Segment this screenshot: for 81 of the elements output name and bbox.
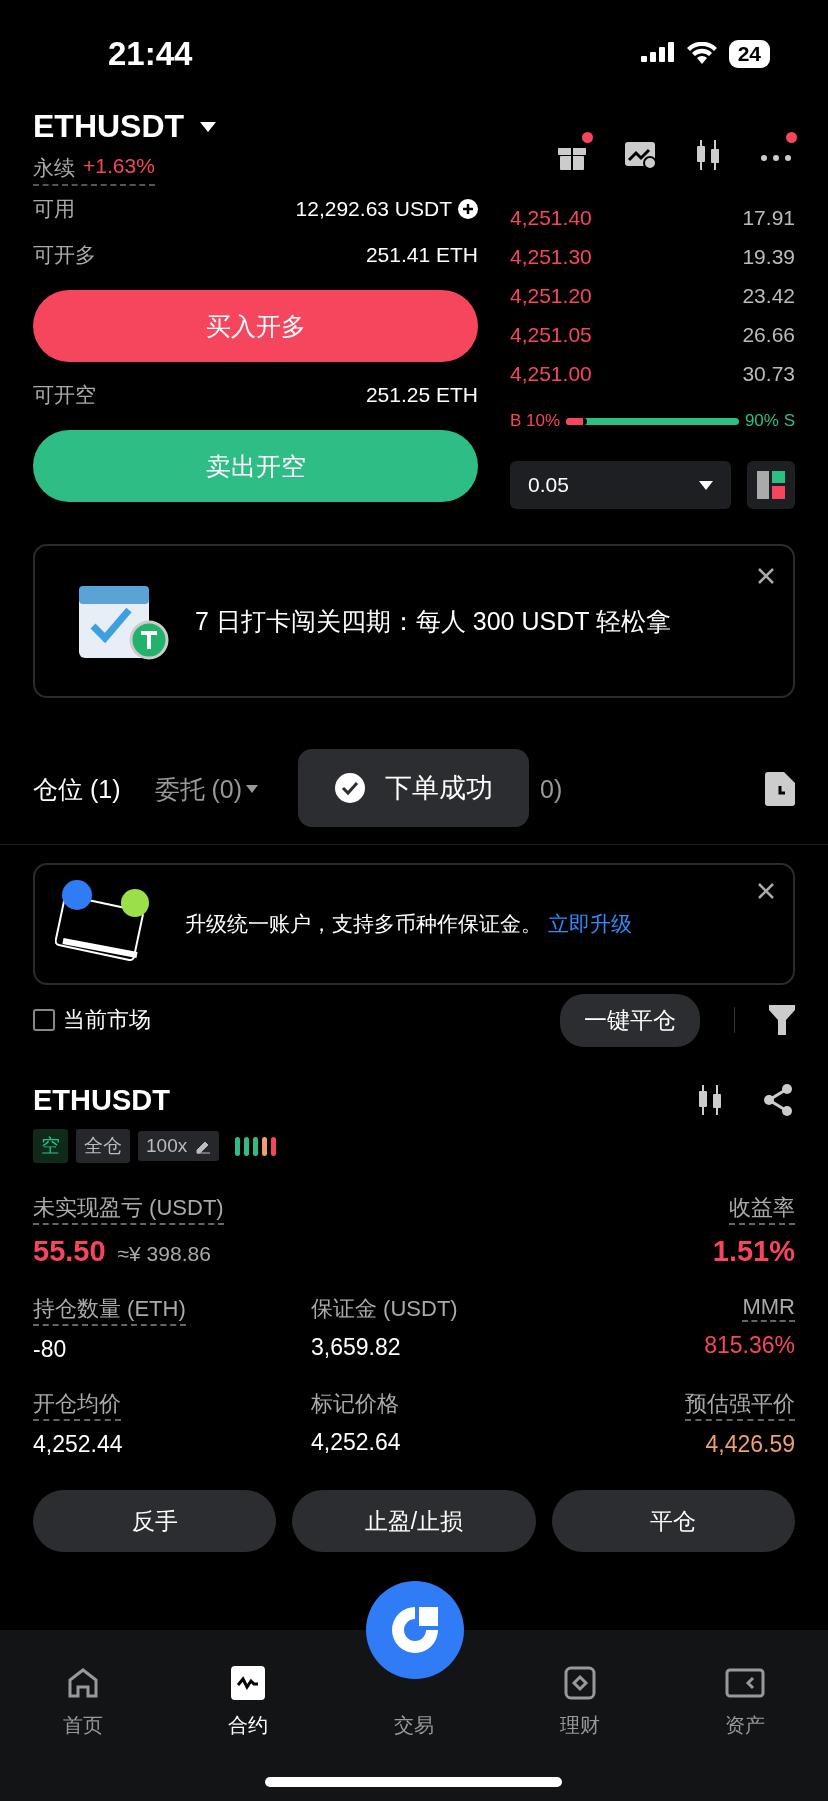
- position-tag: 空: [33, 1129, 68, 1163]
- pnl-approx: ≈¥ 398.86: [117, 1242, 211, 1265]
- position-tag: 全仓: [76, 1129, 130, 1163]
- filter-icon[interactable]: [769, 1005, 795, 1035]
- ask-price: 4,251.40: [510, 205, 592, 230]
- info-value: 12,292.63 USDT: [295, 197, 452, 221]
- order-history-icon[interactable]: [765, 772, 795, 806]
- risk-meter: [235, 1136, 277, 1156]
- field-label[interactable]: MMR: [742, 1294, 795, 1322]
- upgrade-banner[interactable]: 升级统一账户，支持多币种作保证金。 立即升级: [33, 863, 795, 985]
- contract-subtitle[interactable]: 永续 +1.63%: [33, 154, 155, 186]
- info-label: 可用: [33, 196, 75, 222]
- position-tab[interactable]: 委托 (0): [154, 772, 258, 806]
- promo-text: 7 日打卡闯关四期：每人 300 USDT 轻松拿: [195, 605, 671, 637]
- position-tag[interactable]: 100x: [138, 1131, 220, 1161]
- info-label: 可开多: [33, 242, 96, 268]
- check-circle-icon: [334, 773, 365, 803]
- status-time: 21:44: [108, 35, 193, 73]
- ask-price: 4,251.05: [510, 322, 592, 347]
- info-label: 可开空: [33, 382, 96, 408]
- ask-price: 4,251.20: [510, 283, 592, 308]
- ask-price: 4,251.30: [510, 244, 592, 269]
- wifi-icon: [686, 42, 717, 66]
- position-tab[interactable]: 0): [540, 774, 563, 804]
- field-label[interactable]: 预估强平价: [685, 1389, 795, 1421]
- info-value: 251.25 ETH: [365, 383, 478, 407]
- field-value: 4,252.64: [311, 1429, 401, 1456]
- position-tab[interactable]: 仓位 (1): [33, 772, 121, 806]
- buy-long-button[interactable]: 买入开多: [33, 290, 478, 362]
- battery-level: 24: [728, 40, 770, 68]
- sell-ratio: 90% S: [744, 411, 795, 431]
- field-value: 3,659.82: [311, 1334, 401, 1361]
- upgrade-text: 升级统一账户，支持多币种作保证金。 立即升级: [185, 911, 632, 937]
- ask-amount: 23.42: [742, 283, 795, 308]
- ask-amount: 17.91: [742, 205, 795, 230]
- market-checkbox[interactable]: [33, 1009, 55, 1031]
- toast-text: 下单成功: [384, 772, 493, 805]
- buy-ratio: B 10%: [510, 411, 561, 431]
- add-icon[interactable]: [458, 199, 478, 219]
- symbol-title[interactable]: ETHUSDT: [33, 108, 185, 145]
- nav-tab[interactable]: 资产: [662, 1666, 828, 1739]
- field-value: 815.36%: [704, 1332, 795, 1359]
- close-icon[interactable]: [757, 567, 775, 585]
- close-icon[interactable]: [757, 882, 775, 900]
- nav-tab[interactable]: 首页: [0, 1666, 166, 1739]
- layout-icon: [757, 471, 785, 499]
- pnl-value: 55.50: [33, 1235, 106, 1267]
- upgrade-link[interactable]: 立即升级: [547, 912, 632, 935]
- caret-icon: [699, 480, 713, 490]
- dropdown-caret-icon[interactable]: [200, 121, 217, 132]
- nav-tab[interactable]: 交易: [331, 1712, 497, 1739]
- field-label[interactable]: 开仓均价: [33, 1389, 121, 1421]
- ask-amount: 19.39: [742, 244, 795, 269]
- field-label[interactable]: 持仓数量 (ETH): [33, 1294, 186, 1326]
- info-value: 251.41 ETH: [365, 243, 478, 267]
- ask-amount: 26.66: [742, 322, 795, 347]
- nav-tab[interactable]: 合约: [165, 1666, 332, 1739]
- ask-price: 4,251.00: [510, 361, 592, 386]
- field-value: -80: [33, 1336, 67, 1363]
- precision-select[interactable]: 0.05: [510, 461, 731, 509]
- close-all-button[interactable]: 一键平仓: [560, 993, 700, 1047]
- roe-label[interactable]: 收益率: [729, 1193, 795, 1225]
- ask-amount: 30.73: [742, 361, 795, 386]
- field-value: 4,426.59: [705, 1431, 795, 1458]
- layout-button[interactable]: [747, 461, 795, 509]
- field-label: 保证金 (USDT): [311, 1295, 458, 1323]
- caret-icon: [246, 785, 258, 793]
- share-icon[interactable]: [761, 1083, 795, 1117]
- position-action-button[interactable]: 反手: [33, 1490, 277, 1552]
- nav-tab[interactable]: 理财: [496, 1666, 663, 1739]
- position-action-button[interactable]: 平仓: [551, 1490, 795, 1552]
- position-action-button[interactable]: 止盈/止损: [292, 1490, 536, 1552]
- field-label: 标记价格: [311, 1390, 399, 1418]
- pulse-icon: [231, 1666, 266, 1700]
- field-value: 4,252.44: [33, 1431, 123, 1458]
- promo-banner[interactable]: 7 日打卡闯关四期：每人 300 USDT 轻松拿: [33, 544, 795, 698]
- position-symbol: ETHUSDT: [33, 1083, 170, 1117]
- wallet-icon: [725, 1666, 766, 1700]
- roe-value: 1.51%: [712, 1235, 795, 1268]
- checkbox-label[interactable]: 当前市场: [63, 1005, 151, 1035]
- pnl-label[interactable]: 未实现盈亏 (USDT): [33, 1193, 224, 1225]
